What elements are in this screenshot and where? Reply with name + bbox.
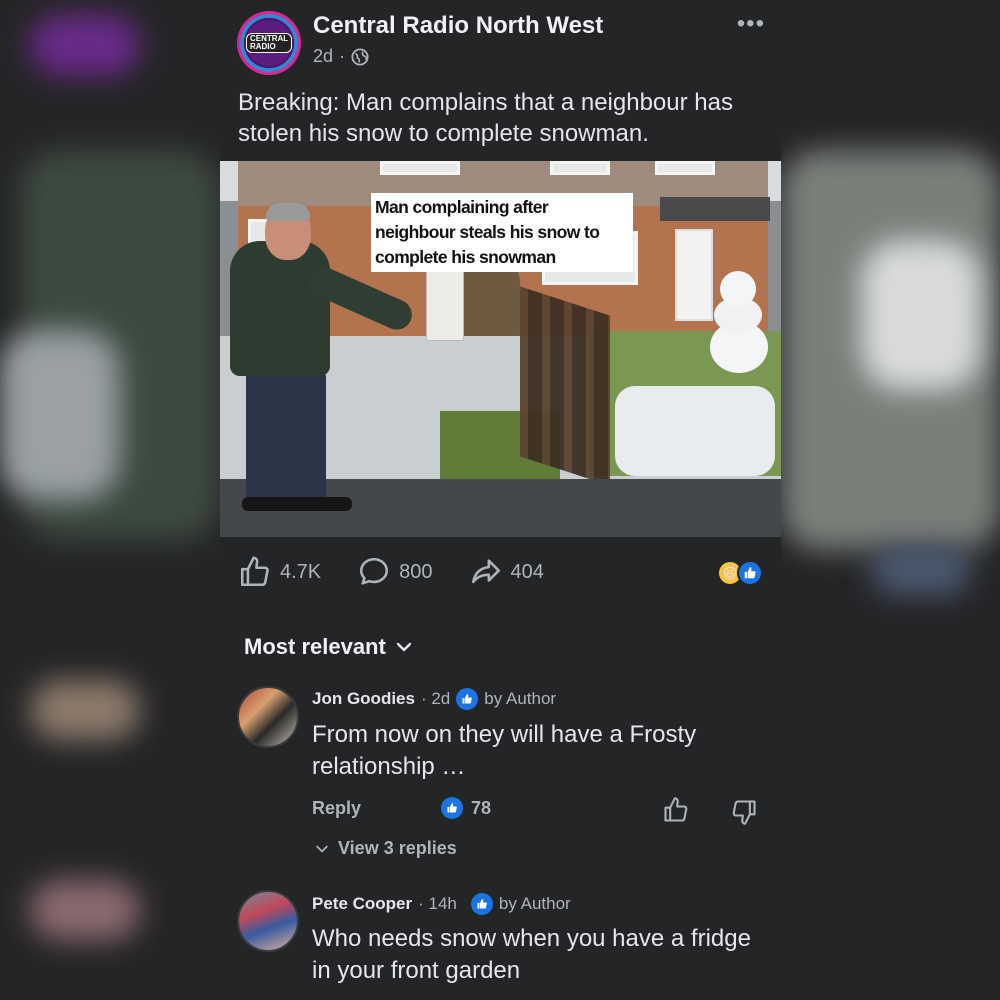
- author-like-icon: [456, 688, 479, 710]
- downvote-thumb-icon[interactable]: [730, 798, 758, 826]
- post-time[interactable]: 2d: [313, 46, 333, 67]
- thumbs-up-icon: [240, 556, 269, 587]
- post-card: CENTRAL RADIO Central Radio North West 2…: [220, 0, 781, 1000]
- upvote-thumb-icon[interactable]: [662, 796, 690, 824]
- comment-time: · 2d: [420, 689, 451, 708]
- author-badge: by Author: [498, 894, 571, 913]
- commenter-avatar[interactable]: [237, 686, 299, 748]
- like-count: 4.7K: [280, 560, 322, 583]
- globe-icon: [351, 47, 369, 66]
- image-caption: Man complaining after neighbour steals h…: [371, 193, 633, 272]
- author-badge: by Author: [484, 689, 557, 708]
- chevron-down-icon: [316, 845, 328, 852]
- comment-text: From now on they will have a Frosty rela…: [312, 721, 697, 780]
- page-name[interactable]: Central Radio North West: [313, 12, 603, 40]
- more-options-icon[interactable]: •••: [737, 10, 765, 38]
- comment-text: Who needs snow when you have a fridge in…: [312, 925, 751, 984]
- post-header: CENTRAL RADIO Central Radio North West 2…: [220, 0, 781, 85]
- like-button[interactable]: 4.7K: [238, 555, 321, 589]
- chevron-down-icon: [396, 642, 412, 652]
- post-meta: 2d ·: [313, 46, 369, 67]
- commenter-name[interactable]: Pete Cooper: [312, 894, 412, 914]
- page-avatar[interactable]: CENTRAL RADIO: [237, 11, 301, 75]
- share-icon: [471, 559, 500, 584]
- share-button[interactable]: 404: [469, 555, 544, 589]
- author-like-icon: [470, 893, 493, 915]
- comment-count: 800: [399, 560, 433, 583]
- comment-button[interactable]: 800: [357, 555, 433, 589]
- reply-button[interactable]: Reply: [312, 798, 361, 819]
- comment-time: · 14h: [418, 894, 457, 913]
- post-actions: 4.7K 800 404 😆: [220, 537, 781, 607]
- comment-icon: [360, 557, 389, 585]
- comment-like-count[interactable]: 78: [441, 797, 491, 819]
- share-count: 404: [510, 560, 544, 583]
- snowman: [720, 271, 756, 307]
- like-icon: [441, 797, 464, 819]
- blurred-backdrop-left: [0, 0, 220, 1000]
- post-text: Breaking: Man complains that a neighbour…: [238, 89, 733, 147]
- view-replies-button[interactable]: View 3 replies: [314, 838, 457, 859]
- comments-sort-dropdown[interactable]: Most relevant: [244, 634, 414, 660]
- commenter-avatar[interactable]: [237, 890, 299, 952]
- post-photo[interactable]: Man complaining after neighbour steals h…: [220, 161, 781, 537]
- like-icon: [737, 560, 763, 586]
- commenter-name[interactable]: Jon Goodies: [312, 689, 415, 709]
- reaction-summary[interactable]: 😆: [717, 560, 763, 586]
- fridge: [426, 269, 464, 341]
- page-logo: CENTRAL RADIO: [245, 33, 293, 53]
- blurred-backdrop-right: [781, 0, 1000, 1000]
